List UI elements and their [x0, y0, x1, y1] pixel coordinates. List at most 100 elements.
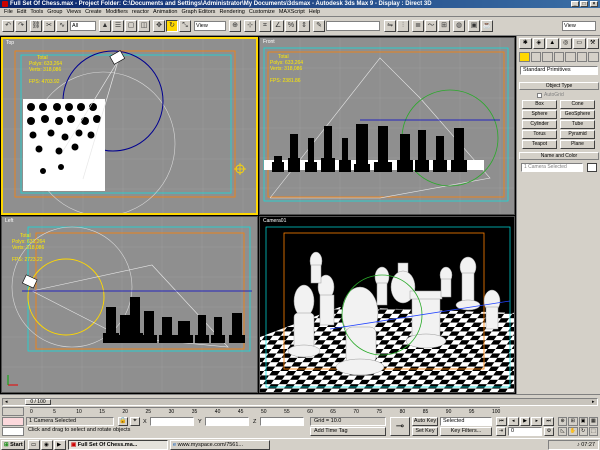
auto-key-button[interactable]: Auto Key	[412, 417, 438, 426]
menu-help[interactable]: Help	[307, 9, 322, 15]
set-key-button[interactable]: Set Key	[412, 427, 438, 436]
selection-lock-icon[interactable]: 🔒	[118, 417, 128, 426]
go-to-end-icon[interactable]: ⏭	[543, 417, 554, 426]
select-by-name-icon[interactable]: ☰	[112, 20, 124, 32]
viewport-label-left[interactable]: Left	[5, 218, 13, 224]
time-slider-prev-icon[interactable]: ◂	[5, 399, 8, 405]
cameras-icon[interactable]	[553, 52, 565, 62]
select-manipulate-icon[interactable]: ⊹	[244, 20, 256, 32]
pan-icon[interactable]: ✋	[568, 427, 578, 436]
zoom-extents-icon[interactable]: ▣	[578, 417, 588, 426]
maxscript-listener[interactable]	[2, 417, 24, 437]
menu-edit[interactable]: Edit	[15, 9, 28, 15]
time-slider[interactable]: 0 / 100 ◂ ▸	[2, 398, 598, 406]
field-of-view-icon[interactable]: ◺	[558, 427, 568, 436]
systems-icon[interactable]	[588, 52, 600, 62]
lights-icon[interactable]	[542, 52, 553, 62]
menu-tools[interactable]: Tools	[28, 9, 45, 15]
taskbar-item-3dsmax[interactable]: ▣ Full Set Of Chess.ma...	[68, 440, 168, 450]
viewport-front[interactable]: Front Total Polys: 633,264 Verts: 318,08…	[259, 37, 515, 215]
angle-snap-icon[interactable]: ∠	[272, 20, 284, 32]
menu-maxscript[interactable]: MAXScript	[277, 9, 307, 15]
time-configuration-icon[interactable]: ⚙	[544, 427, 554, 436]
hierarchy-tab-icon[interactable]: ▲	[546, 38, 559, 49]
window-crossing-icon[interactable]: ◫	[138, 20, 150, 32]
menu-rendering[interactable]: Rendering	[217, 9, 246, 15]
play-icon[interactable]: ▶	[519, 417, 531, 426]
unlink-icon[interactable]: ✂	[43, 20, 55, 32]
redo-icon[interactable]: ↷	[15, 20, 27, 32]
spacewarps-icon[interactable]	[576, 52, 588, 62]
viewport-label-camera[interactable]: Camera01	[263, 218, 286, 224]
previous-frame-icon[interactable]: ◂	[507, 417, 519, 426]
select-rotate-icon[interactable]: ↻	[166, 20, 178, 32]
rectangular-selection-icon[interactable]: ▢	[125, 20, 137, 32]
pivot-center-icon[interactable]: ⊕	[229, 20, 241, 32]
z-coordinate-field[interactable]	[260, 417, 304, 426]
menu-customize[interactable]: Customize	[247, 9, 277, 15]
named-selection-icon[interactable]: ✎	[313, 20, 325, 32]
utilities-tab-icon[interactable]: ⚒	[586, 38, 599, 49]
plane-button[interactable]: Plane	[560, 140, 595, 149]
menu-reactor[interactable]: reactor	[130, 9, 151, 15]
arc-rotate-icon[interactable]: ↻	[578, 427, 588, 436]
menu-animation[interactable]: Animation	[151, 9, 179, 15]
menu-views[interactable]: Views	[65, 9, 84, 15]
autogrid-option[interactable]: AutoGrid	[537, 92, 564, 98]
teapot-button[interactable]: Teapot	[522, 140, 557, 149]
percent-snap-icon[interactable]: %	[285, 20, 297, 32]
shapes-icon[interactable]	[530, 52, 542, 62]
quick-launch-desktop-icon[interactable]: ▭	[28, 440, 40, 450]
x-coordinate-field[interactable]	[150, 417, 194, 426]
menu-file[interactable]: File	[2, 9, 15, 15]
menu-create[interactable]: Create	[83, 9, 104, 15]
object-type-rollout[interactable]: Object Type	[519, 82, 599, 90]
pyramid-button[interactable]: Pyramid	[560, 130, 595, 139]
zoom-all-icon[interactable]: ⊞	[568, 417, 578, 426]
set-key-icon[interactable]: ⊸	[390, 417, 410, 436]
object-name-field[interactable]: 1 Camera Selected	[521, 163, 583, 172]
align-icon[interactable]: ⫶	[397, 20, 409, 32]
link-icon[interactable]: ⛓	[30, 20, 42, 32]
motion-tab-icon[interactable]: ◎	[559, 38, 572, 49]
quick-launch-media-icon[interactable]: ▶	[54, 440, 66, 450]
quick-launch-browser-icon[interactable]: ◉	[41, 440, 53, 450]
maxscript-line-1[interactable]	[2, 417, 24, 426]
viewport-camera[interactable]: Camera01	[259, 216, 515, 393]
time-slider-thumb[interactable]: 0 / 100	[25, 399, 51, 405]
layer-manager-icon[interactable]: ≣	[412, 20, 424, 32]
cylinder-button[interactable]: Cylinder	[522, 120, 557, 129]
create-tab-icon[interactable]: ✱	[519, 38, 532, 49]
zoom-icon[interactable]: ⊕	[558, 417, 568, 426]
material-editor-icon[interactable]: ◍	[453, 20, 465, 32]
time-slider-next-icon[interactable]: ▸	[592, 399, 595, 405]
geosphere-button[interactable]: GeoSphere	[560, 110, 595, 119]
display-tab-icon[interactable]: ▭	[573, 38, 586, 49]
snaps-toggle-icon[interactable]: ⌗	[259, 20, 271, 32]
box-button[interactable]: Box	[522, 100, 557, 109]
undo-icon[interactable]: ↶	[2, 20, 14, 32]
select-move-icon[interactable]: ✥	[153, 20, 165, 32]
menu-group[interactable]: Group	[45, 9, 64, 15]
viewport-left[interactable]: Left Total Polys: 633,264 Verts: 318,086…	[1, 216, 258, 393]
torus-button[interactable]: Torus	[522, 130, 557, 139]
reference-coordinate-select[interactable]: View	[194, 21, 226, 31]
cone-button[interactable]: Cone	[560, 100, 595, 109]
maximize-viewport-icon[interactable]: ⬚	[588, 427, 598, 436]
spinner-snap-icon[interactable]: ⇕	[298, 20, 310, 32]
menu-graph-editors[interactable]: Graph Editors	[180, 9, 218, 15]
object-color-swatch[interactable]	[587, 163, 597, 172]
bind-space-warp-icon[interactable]: ∿	[56, 20, 68, 32]
viewport-label-front[interactable]: Front	[263, 39, 275, 45]
quick-render-icon[interactable]: ☕	[481, 20, 493, 32]
name-and-color-rollout[interactable]: Name and Color	[519, 152, 599, 160]
select-object-icon[interactable]: ▲	[99, 20, 111, 32]
add-time-tag-button[interactable]: Add Time Tag	[310, 427, 386, 436]
close-button[interactable]: ×	[590, 1, 598, 7]
menu-modifiers[interactable]: Modifiers	[104, 9, 130, 15]
selection-filter-select[interactable]: All	[70, 21, 96, 31]
y-coordinate-field[interactable]	[205, 417, 249, 426]
curve-editor-icon[interactable]: 〜	[425, 20, 437, 32]
geometry-icon[interactable]	[519, 52, 530, 62]
sphere-button[interactable]: Sphere	[522, 110, 557, 119]
